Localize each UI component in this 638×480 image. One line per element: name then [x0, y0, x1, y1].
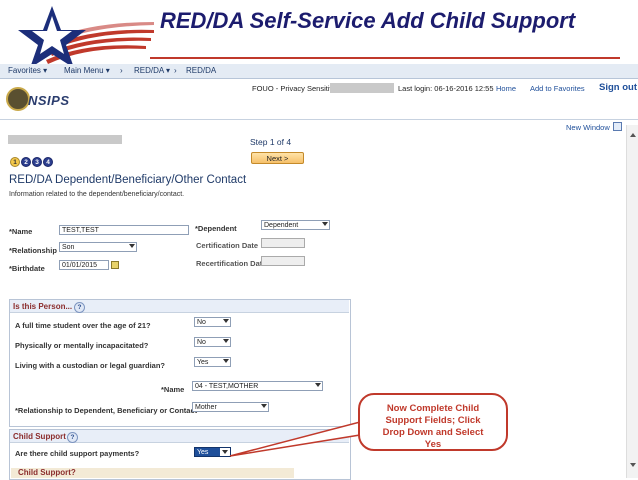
birthdate-label: *Birthdate — [9, 264, 45, 273]
app-header: NSIPS FOUO - Privacy Sensitive: Last log… — [0, 79, 638, 120]
child-support-question: Are there child support payments? — [15, 449, 140, 458]
step-3-icon[interactable]: 3 — [32, 157, 42, 167]
instruction-callout: Now Complete Child Support Fields; Click… — [358, 393, 508, 451]
calendar-icon[interactable] — [111, 261, 119, 269]
custodian-relationship-value: Mother — [195, 404, 217, 411]
callout-pointer — [229, 421, 368, 457]
step-4-icon[interactable]: 4 — [43, 157, 53, 167]
sign-out-link[interactable]: Sign out — [599, 82, 637, 93]
help-icon[interactable]: ? — [74, 302, 85, 313]
redda-menu[interactable]: RED/DA ▾ — [134, 66, 170, 75]
breadcrumb-separator: › — [174, 66, 177, 75]
breadcrumb-current[interactable]: RED/DA — [186, 66, 216, 75]
student-question: A full time student over the age of 21? — [15, 321, 151, 330]
breadcrumb-separator: › — [120, 66, 123, 75]
seal-icon — [6, 87, 30, 111]
birthdate-field[interactable]: 01/01/2015 — [59, 260, 109, 270]
new-window-link[interactable]: New Window — [566, 123, 610, 132]
nav-bar: Favorites ▾ Main Menu ▾ › RED/DA ▾ › RED… — [0, 64, 638, 79]
vertical-scrollbar[interactable] — [626, 125, 638, 478]
chevron-down-icon — [261, 404, 267, 408]
title-rule — [150, 57, 620, 59]
help-icon[interactable]: ? — [67, 432, 78, 443]
recert-date-label: Recertification Date — [196, 259, 267, 268]
help-page-icon[interactable] — [613, 122, 622, 131]
page-subtitle: Information related to the dependent/ben… — [9, 191, 185, 198]
relationship-select[interactable]: Son — [59, 242, 137, 252]
custodian-question: Living with a custodian or legal guardia… — [15, 361, 166, 370]
child-support-answer: Yes — [197, 449, 209, 456]
custodian-name-select[interactable]: 04 - TEST,MOTHER — [192, 381, 323, 391]
chevron-down-icon — [223, 359, 229, 363]
incapacitated-answer: No — [197, 339, 206, 346]
dependent-select[interactable]: Dependent — [261, 220, 330, 230]
relationship-label: *Relationship — [9, 246, 57, 255]
is-this-person-title: Is this Person... — [13, 302, 73, 311]
nsips-logo: NSIPS — [6, 85, 78, 113]
custodian-select[interactable]: Yes — [194, 357, 231, 367]
student-answer: No — [197, 319, 206, 326]
cert-date-label: Certification Date — [196, 241, 259, 250]
name-field[interactable]: TEST,TEST — [59, 225, 189, 235]
custodian-answer: Yes — [197, 359, 209, 366]
custodian-name-label: *Name — [161, 385, 185, 394]
custodian-relationship-select[interactable]: Mother — [192, 402, 269, 412]
chevron-down-icon — [129, 244, 135, 248]
chevron-down-icon — [315, 383, 321, 387]
student-select[interactable]: No — [194, 317, 231, 327]
dependent-value: Dependent — [264, 222, 299, 229]
add-to-favorites-link[interactable]: Add to Favorites — [530, 84, 585, 93]
chevron-down-icon — [223, 339, 229, 343]
callout-text: Now Complete Child Support Fields; Click… — [382, 403, 484, 450]
incapacitated-select[interactable]: No — [194, 337, 231, 347]
scroll-up-icon[interactable] — [630, 133, 636, 137]
custodian-name-value: 04 - TEST,MOTHER — [195, 383, 259, 390]
next-button[interactable]: Next > — [251, 152, 304, 164]
step-2-icon[interactable]: 2 — [21, 157, 31, 167]
redacted-block — [330, 83, 394, 93]
custodian-relationship-label: *Relationship to Dependent, Beneficiary … — [15, 406, 198, 415]
incapacitated-question: Physically or mentally incapacitated? — [15, 341, 149, 350]
step-indicator: Step 1 of 4 — [250, 137, 292, 147]
relationship-value: Son — [62, 244, 75, 251]
chevron-down-icon — [223, 319, 229, 323]
fouo-notice: FOUO - Privacy Sensitive: — [252, 84, 340, 93]
child-support-select[interactable]: Yes — [194, 447, 231, 457]
cert-date-field — [261, 238, 305, 248]
home-link[interactable]: Home — [496, 84, 516, 93]
redacted-block — [8, 135, 122, 144]
favorites-menu[interactable]: Favorites ▾ — [8, 66, 47, 75]
last-login: Last login: 06-16-2016 12:55 — [398, 84, 494, 93]
chevron-down-icon — [322, 222, 328, 226]
child-support-title: Child Support — [13, 432, 66, 441]
logo-text: NSIPS — [28, 93, 70, 108]
scroll-down-icon[interactable] — [630, 463, 636, 467]
star-flag-logo — [18, 6, 154, 68]
page-title: RED/DA Dependent/Beneficiary/Other Conta… — [9, 174, 247, 186]
dependent-label: *Dependent — [195, 224, 237, 233]
step-1-icon[interactable]: 1 — [10, 157, 20, 167]
slide-title: RED/DA Self-Service Add Child Support — [160, 8, 576, 33]
main-menu[interactable]: Main Menu ▾ — [64, 66, 110, 75]
recert-date-field — [261, 256, 305, 266]
name-label: *Name — [9, 227, 33, 236]
child-support-subtitle: Child Support? — [18, 468, 76, 477]
